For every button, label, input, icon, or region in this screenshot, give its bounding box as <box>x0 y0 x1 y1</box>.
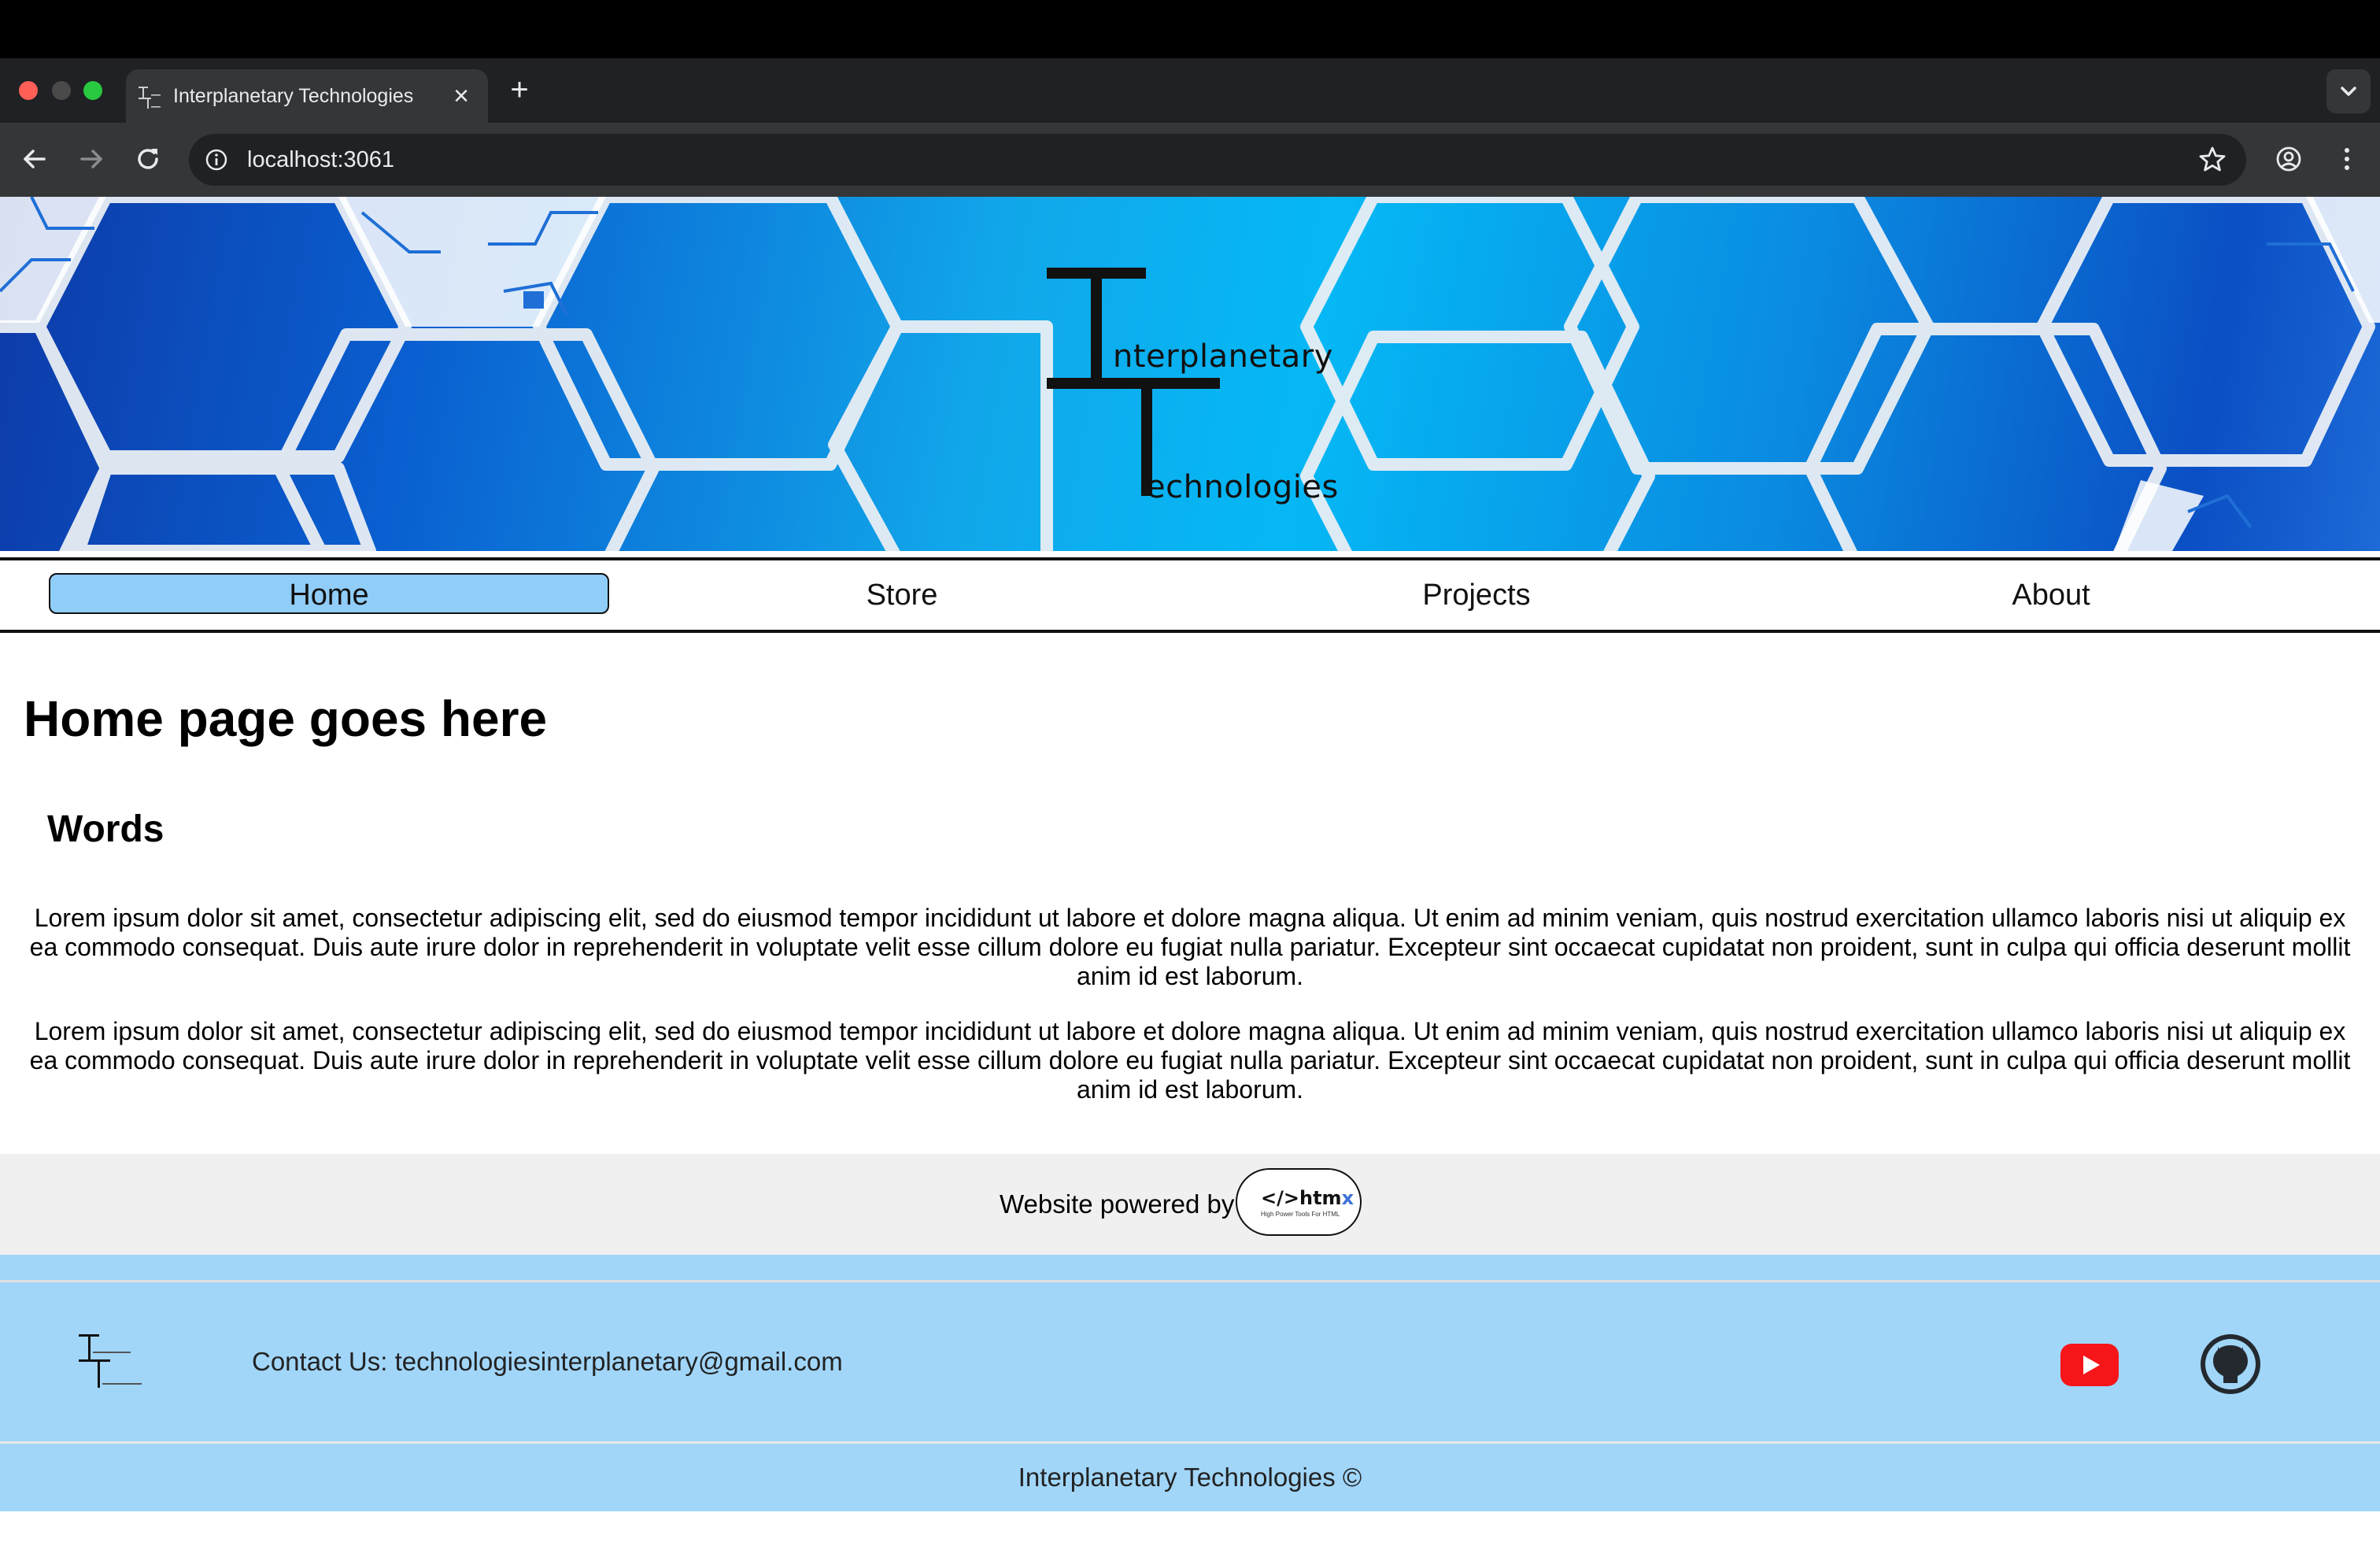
site-favicon-icon <box>139 87 161 109</box>
logo-text-line1: nterplanetary <box>1113 338 1333 375</box>
logo-text-line2: echnologies <box>1146 469 1339 505</box>
main-navigation: Home Store Projects About <box>0 557 2380 633</box>
section-heading: Words <box>47 808 164 850</box>
logo-t-mark-icon <box>1047 268 1220 496</box>
page-heading: Home page goes here <box>24 690 548 747</box>
browser-tab-active[interactable]: Interplanetary Technologies × <box>126 69 488 123</box>
copyright-text: Interplanetary Technologies © <box>0 1444 2380 1511</box>
contact-email-text[interactable]: Contact Us: technologiesinterplanetary@g… <box>252 1282 843 1441</box>
reload-icon[interactable] <box>128 139 168 179</box>
footer-divider-strip <box>0 1255 2380 1282</box>
github-icon[interactable] <box>2199 1333 2262 1396</box>
more-menu-icon[interactable] <box>2330 142 2364 176</box>
htmx-logo-text: </>htmx <box>1261 1187 1354 1209</box>
paragraph-2: Lorem ipsum dolor sit amet, consectetur … <box>29 1017 2351 1104</box>
htmx-tagline: High Power Tools For HTML <box>1261 1211 1340 1218</box>
powered-by-text: Website powered by <box>1000 1189 1235 1219</box>
tab-title: Interplanetary Technologies <box>173 85 414 107</box>
paragraph-1: Lorem ipsum dolor sit amet, consectetur … <box>29 904 2351 990</box>
nav-link-projects[interactable]: Projects <box>1196 560 1757 630</box>
tab-search-button[interactable] <box>2326 69 2371 113</box>
address-bar[interactable]: localhost:3061 <box>189 134 2246 186</box>
profile-icon[interactable] <box>2271 142 2306 176</box>
back-arrow-icon[interactable] <box>14 139 55 179</box>
window-close-button[interactable] <box>19 81 38 100</box>
hero-banner: nterplanetary echnologies <box>0 197 2380 551</box>
new-tab-button[interactable]: + <box>504 74 535 105</box>
window-maximize-button[interactable] <box>83 81 102 100</box>
window-minimize-button[interactable] <box>52 81 71 100</box>
footer-logo-icon <box>79 1334 142 1388</box>
htmx-badge-link[interactable]: </>htmx High Power Tools For HTML <box>1236 1168 1362 1236</box>
site-logo: nterplanetary echnologies <box>1039 263 1354 505</box>
nav-link-home[interactable]: Home <box>49 573 609 614</box>
site-info-icon[interactable] <box>201 145 231 175</box>
tab-close-icon[interactable]: × <box>445 80 477 112</box>
nav-link-store[interactable]: Store <box>622 560 1182 630</box>
bookmark-star-icon[interactable] <box>2196 143 2229 176</box>
youtube-icon[interactable] <box>2060 1344 2119 1386</box>
chevron-down-icon <box>2341 87 2356 96</box>
url-text[interactable]: localhost:3061 <box>247 134 394 186</box>
nav-link-about[interactable]: About <box>1771 560 2331 630</box>
powered-by-bar: Website powered by </>htmx High Power To… <box>0 1154 2380 1255</box>
site-footer: Contact Us: technologiesinterplanetary@g… <box>0 1282 2380 1444</box>
macos-menu-bar <box>0 0 2380 58</box>
forward-arrow-icon[interactable] <box>71 139 112 179</box>
web-page: nterplanetary echnologies Home Store Pro… <box>0 197 2380 1546</box>
